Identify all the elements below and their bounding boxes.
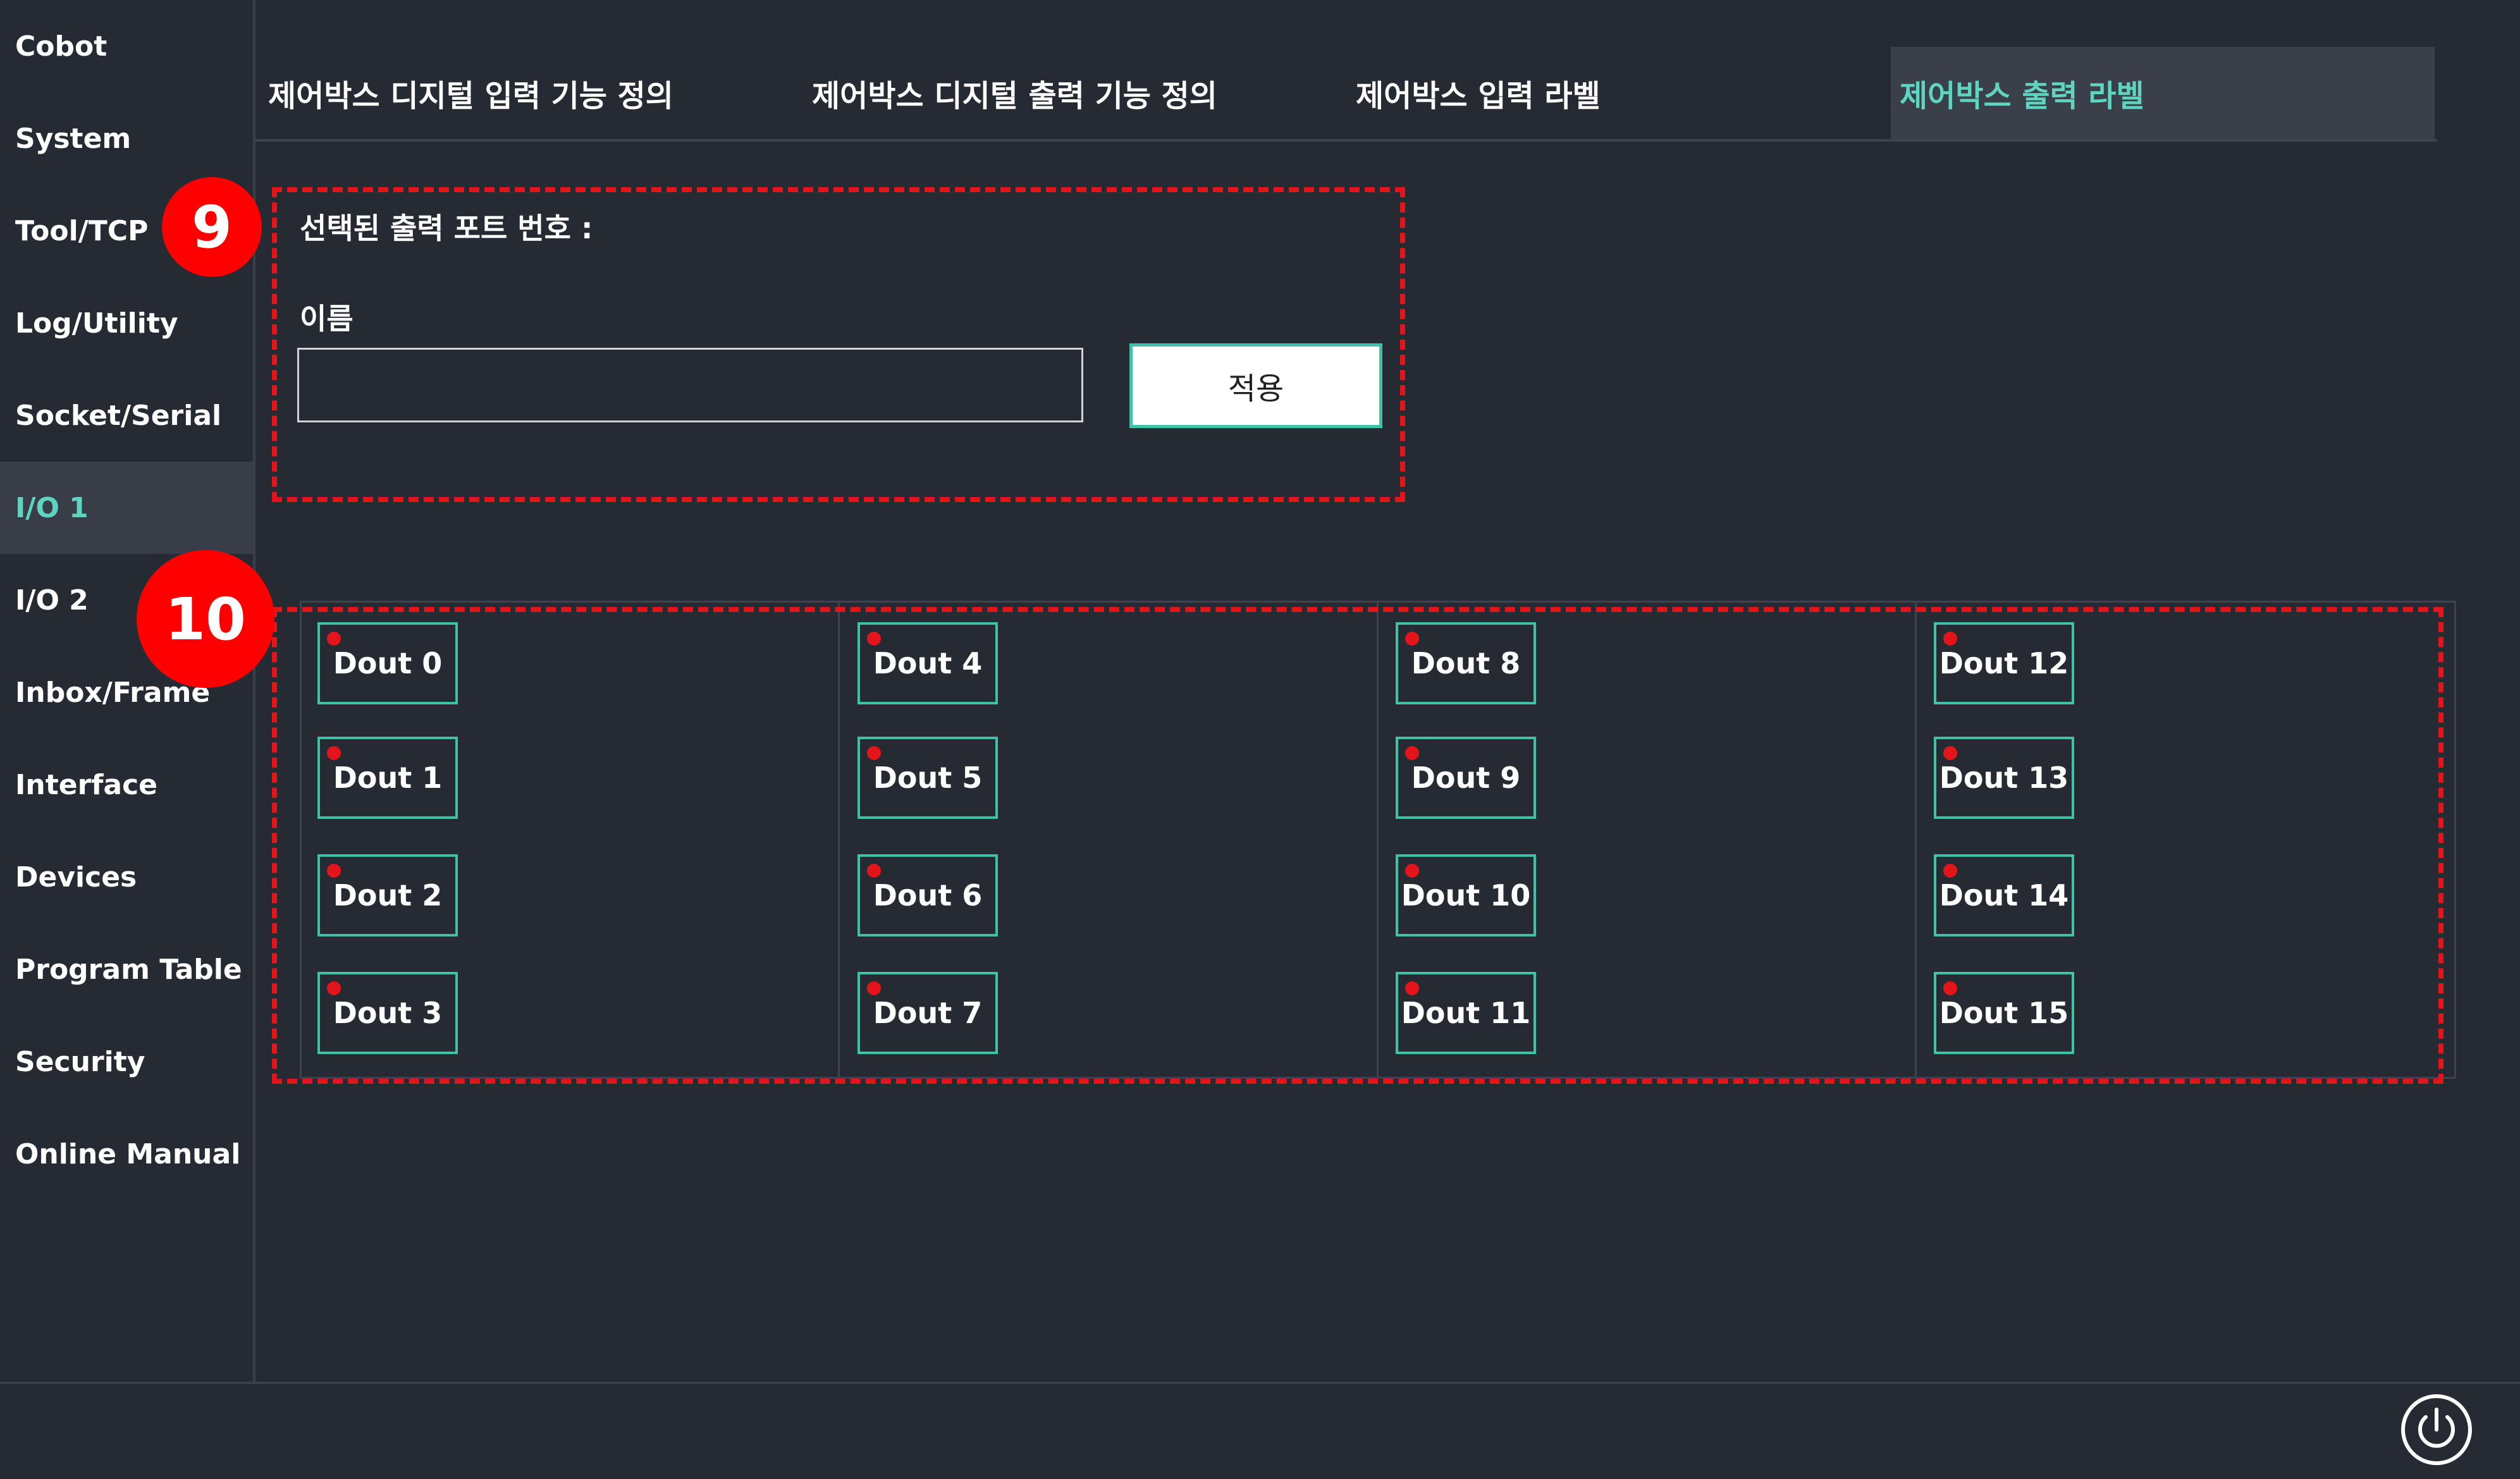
- tab-output-label[interactable]: 제어박스 출력 라벨: [1891, 47, 2435, 139]
- tab-label: 제어박스 입력 라벨: [1356, 78, 1601, 114]
- sidebar-item-devices[interactable]: Devices: [0, 831, 253, 923]
- sidebar-item-label: Devices: [15, 861, 137, 893]
- sidebar-item-interface[interactable]: Interface: [0, 739, 253, 831]
- power-button[interactable]: [2401, 1394, 2472, 1465]
- annotation-box-9: [272, 187, 1405, 502]
- sidebar-item-label: Program Table: [15, 953, 242, 986]
- tab-divider: [255, 139, 2437, 142]
- annotation-box-10: [272, 607, 2443, 1084]
- sidebar-item-label: Interface: [15, 768, 158, 801]
- tab-input-label[interactable]: 제어박스 입력 라벨: [1347, 47, 1891, 139]
- sidebar-item-label: I/O 1: [15, 491, 89, 524]
- bottom-divider: [0, 1382, 2520, 1384]
- tab-digital-input-function[interactable]: 제어박스 디지털 입력 기능 정의: [259, 47, 803, 139]
- sidebar-item-label: System: [15, 122, 132, 155]
- annotation-badge-10: 10: [137, 550, 274, 688]
- sidebar-item-online-manual[interactable]: Online Manual: [0, 1108, 253, 1200]
- sidebar-item-label: Online Manual: [15, 1138, 241, 1170]
- annotation-badge-9: 9: [162, 177, 262, 277]
- sidebar-item-cobot[interactable]: Cobot: [0, 0, 253, 92]
- sidebar-item-label: Tool/TCP: [15, 214, 149, 247]
- sidebar-item-socket-serial[interactable]: Socket/Serial: [0, 369, 253, 462]
- tab-label: 제어박스 디지털 입력 기능 정의: [268, 78, 673, 114]
- sidebar-item-log-utility[interactable]: Log/Utility: [0, 277, 253, 369]
- sidebar-item-program-table[interactable]: Program Table: [0, 923, 253, 1016]
- sidebar-item-io1[interactable]: I/O 1: [0, 462, 253, 554]
- tab-label: 제어박스 디지털 출력 기능 정의: [812, 78, 1217, 114]
- tab-digital-output-function[interactable]: 제어박스 디지털 출력 기능 정의: [803, 47, 1347, 139]
- tab-label: 제어박스 출력 라벨: [1900, 78, 2144, 114]
- sidebar-item-system[interactable]: System: [0, 92, 253, 185]
- sidebar-item-security[interactable]: Security: [0, 1016, 253, 1108]
- power-icon: [2418, 1408, 2455, 1448]
- sidebar-item-label: Log/Utility: [15, 307, 178, 340]
- sidebar-item-label: Security: [15, 1045, 145, 1078]
- sidebar-item-label: Cobot: [15, 30, 108, 63]
- sidebar-item-label: Socket/Serial: [15, 399, 222, 432]
- sidebar-item-label: I/O 2: [15, 584, 89, 617]
